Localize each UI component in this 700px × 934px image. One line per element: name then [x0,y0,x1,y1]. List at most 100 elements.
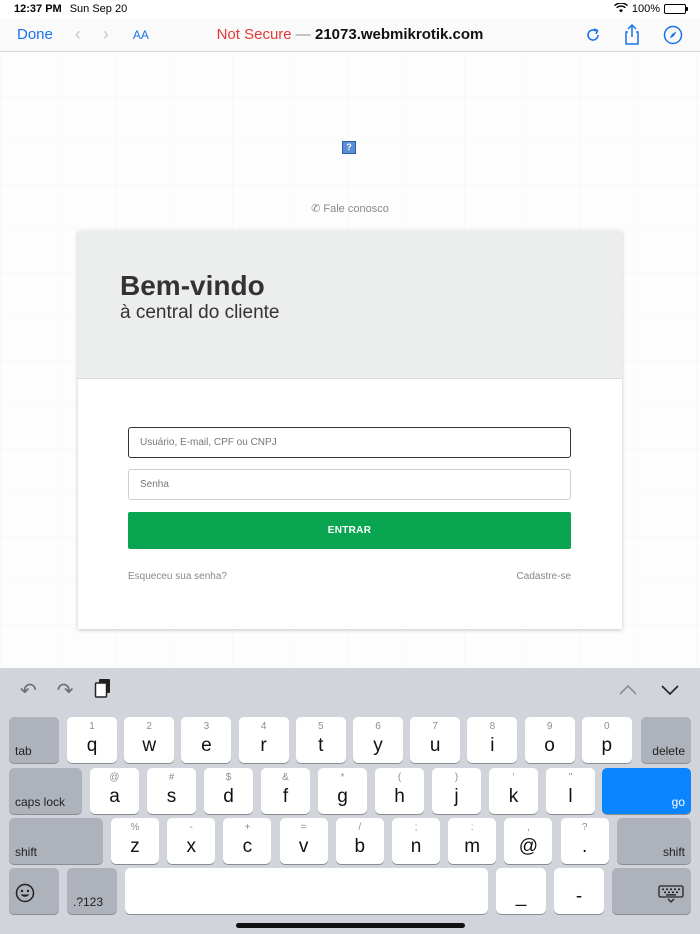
key-underscore[interactable]: _ [496,868,546,914]
key-d[interactable]: $ d [204,768,253,814]
key-hint: # [168,772,175,783]
key-y[interactable]: 6y [353,717,403,763]
compass-icon[interactable] [663,25,683,45]
key-r[interactable]: 4r [238,717,289,763]
key-@[interactable]: , @ [504,818,553,864]
caps-lock-key[interactable]: caps lock [9,768,82,814]
paste-icon[interactable] [94,678,112,703]
delete-key[interactable]: delete [641,717,691,763]
reader-settings-button[interactable]: AA [133,28,149,42]
key-h[interactable]: (h [375,768,424,814]
redo-icon[interactable]: ↷ [57,678,74,703]
key-hint: 8 [489,721,496,732]
key-label: f [282,786,289,807]
key-hint: 5 [318,721,324,732]
space-key[interactable] [125,868,488,914]
hide-keyboard-key[interactable] [612,868,691,914]
key-b[interactable]: / b [335,818,384,864]
tab-key[interactable]: tab [9,717,59,763]
broken-image-icon: ? [342,141,356,154]
key-l[interactable]: " l [546,768,595,814]
home-indicator [236,923,465,928]
key-hint: - [189,822,193,833]
key-s[interactable]: # s [147,768,196,814]
key-hint: / [358,822,362,833]
hide-keyboard-icon [658,885,684,906]
keyboard-nav [618,680,680,701]
key-hint: 4 [260,721,267,732]
done-button[interactable]: Done [17,26,53,43]
key-dash[interactable]: - [554,868,604,914]
forward-icon[interactable]: › [103,24,109,45]
key-hint: ; [414,822,418,833]
key-label: h [394,786,405,807]
emoji-icon [15,883,35,906]
status-right: 100% [613,1,688,16]
username-input[interactable]: Usuário, E-mail, CPF ou CNPJ [128,427,571,458]
undo-icon[interactable]: ↶ [20,678,37,703]
key-label: p [601,735,613,756]
key-x[interactable]: -x [167,818,216,864]
key-label: u [429,735,441,756]
key-p[interactable]: 0p [581,717,632,763]
share-icon[interactable] [623,23,641,46]
wifi-icon [613,1,628,16]
on-screen-keyboard: ↶ ↷ tab 1 q 2 w 3 e 4 r 5 t 6 y 7 u 8 i 9 o 0 p delete caps lo… [0,668,700,934]
key-k[interactable]: ' k [489,768,538,814]
back-icon[interactable]: ‹ [75,24,81,45]
contact-link[interactable]: ✆ Fale conosco [0,202,700,215]
numbers-key[interactable]: .?123 [67,868,117,914]
battery-percent: 100% [631,3,660,15]
key-hint: 6 [375,721,381,732]
reload-icon[interactable] [585,27,601,43]
browser-toolbar: Done ‹ › AA Not Secure — 21073.webmikrot… [0,18,700,52]
signup-link[interactable]: Cadastre-se [517,571,571,582]
key-c[interactable]: + c [223,818,272,864]
emoji-key[interactable] [9,868,59,914]
card-header: Bem-vindo à central do cliente [78,231,622,379]
chevron-down-icon[interactable] [660,680,680,701]
go-key[interactable]: go [602,768,691,814]
key-v[interactable]: = v [279,818,328,864]
key-label: w [142,735,157,756]
shift-left-key[interactable]: shift [9,818,103,864]
key-label: c [242,836,253,857]
login-button[interactable]: ENTRAR [128,512,571,549]
key-hint: * [340,772,345,783]
key-m[interactable]: :m [448,818,497,864]
key-label: d [223,786,234,807]
key-label: q [86,735,98,756]
key-hint: 9 [546,721,553,732]
key-e[interactable]: 3e [181,717,232,763]
key-label: g [337,786,348,807]
key-hint: 1 [89,721,95,732]
key-f[interactable]: & f [261,768,310,814]
key-q[interactable]: 1q [67,717,117,763]
key-label: k [508,786,519,807]
key-n[interactable]: ; n [392,818,440,864]
key-g[interactable]: * g [318,768,367,814]
toolbar-actions [585,23,683,46]
key-hint: % [130,822,140,833]
key-a[interactable]: @ a [90,768,139,814]
key-label: v [298,836,309,857]
key-label: j [454,786,459,807]
key-.[interactable]: ?. [560,818,609,864]
key-label: a [109,786,120,807]
key-hint: , [527,822,530,833]
key-z[interactable]: % z [111,818,159,864]
key-w[interactable]: 2w [124,717,175,763]
key-t[interactable]: 5t [295,717,346,763]
url-separator: — [291,26,315,43]
forgot-password-link[interactable]: Esqueceu sua senha? [128,571,227,582]
key-u[interactable]: 7u [410,717,461,763]
password-input[interactable]: Senha [128,469,571,500]
chevron-up-icon[interactable] [618,680,638,701]
key-i[interactable]: 8i [467,717,518,763]
contact-label: Fale conosco [323,203,389,215]
shift-right-key[interactable]: shift [617,818,691,864]
key-label: shift [662,845,685,859]
key-o[interactable]: 9o [524,717,575,763]
key-j[interactable]: ) j [432,768,481,814]
login-card: Bem-vindo à central do cliente Usuário, … [78,231,622,629]
